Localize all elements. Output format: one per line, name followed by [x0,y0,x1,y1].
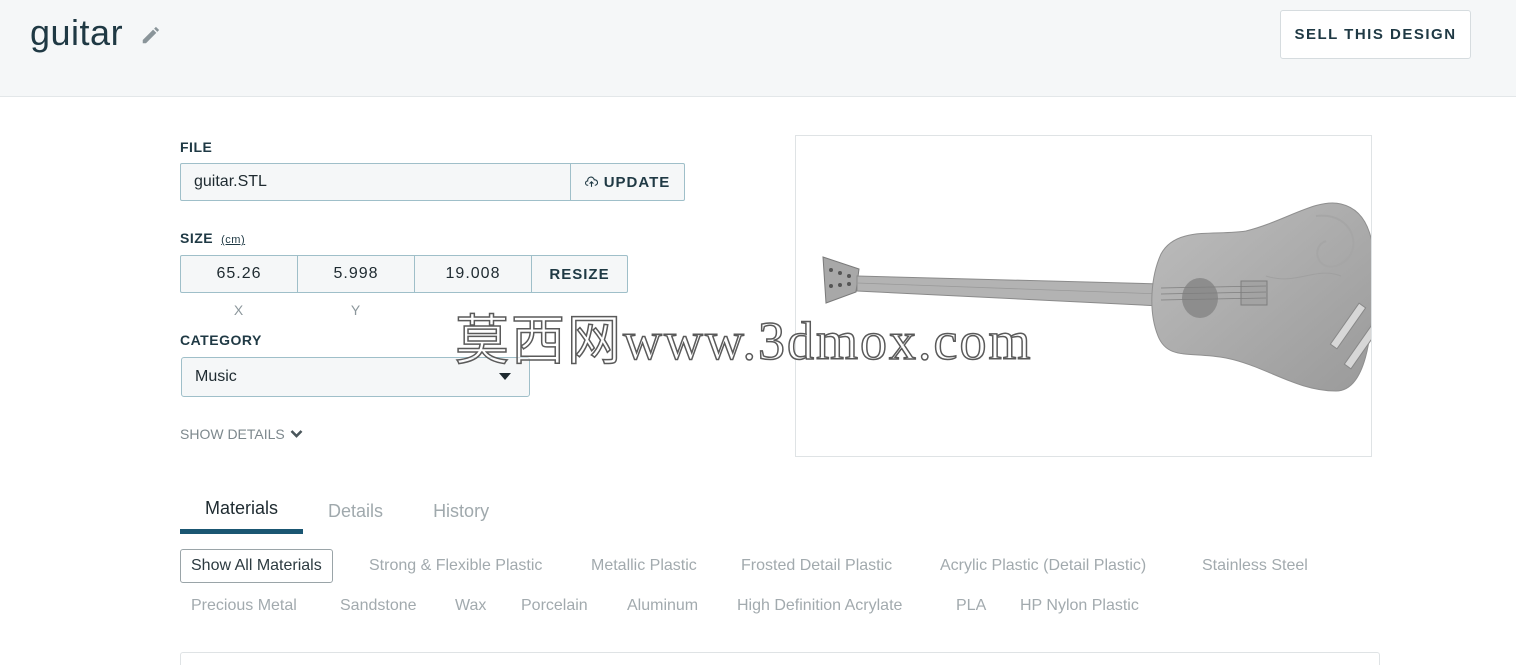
size-label: SIZE (cm) [180,230,245,246]
axis-x-label: X [233,302,244,318]
material-filter[interactable]: Strong & Flexible Plastic [369,549,542,583]
material-filter-show-all[interactable]: Show All Materials [180,549,333,583]
tab-history[interactable]: History [408,488,514,534]
tab-bar: Materials Details History [180,488,514,534]
size-inputs: 65.26 5.998 19.008 RESIZE [180,255,628,293]
size-x-input[interactable]: 65.26 [181,256,298,292]
material-filter[interactable]: Acrylic Plastic (Detail Plastic) [940,549,1146,583]
material-filter[interactable]: Frosted Detail Plastic [741,549,892,583]
caret-down-icon [499,373,511,380]
page-title: guitar [30,12,124,53]
chevron-down-icon [290,430,303,438]
size-y-input[interactable]: 5.998 [298,256,415,292]
sell-this-design-button[interactable]: SELL THIS DESIGN [1280,10,1471,59]
tab-details[interactable]: Details [303,488,408,534]
axis-y-label: Y [350,302,361,318]
material-filter[interactable]: HP Nylon Plastic [1020,589,1139,623]
cloud-upload-icon [584,176,598,187]
category-select[interactable]: Music [181,357,530,397]
show-details-label: SHOW DETAILS [180,426,285,442]
model-preview[interactable] [795,135,1372,457]
category-value: Music [195,368,237,385]
tab-materials[interactable]: Materials [180,488,304,534]
material-filter[interactable]: Precious Metal [191,589,297,623]
size-unit-link[interactable]: (cm) [221,234,245,246]
file-name-input[interactable]: guitar.STL [181,164,570,200]
material-filter[interactable]: Stainless Steel [1202,549,1308,583]
material-filter[interactable]: Sandstone [340,589,417,623]
update-button[interactable]: UPDATE [570,164,684,200]
page-header: guitar SELL THIS DESIGN [0,0,1516,97]
material-filter[interactable]: Metallic Plastic [591,549,697,583]
file-field: guitar.STL UPDATE [180,163,685,201]
material-filter[interactable]: High Definition Acrylate [737,589,902,623]
pencil-icon[interactable] [140,24,162,46]
size-z-input[interactable]: 19.008 [415,256,532,292]
update-label: UPDATE [603,173,671,191]
material-filter[interactable]: Aluminum [627,589,698,623]
material-filter[interactable]: PLA [956,589,986,623]
material-filter[interactable]: Wax [455,589,486,623]
show-details-toggle[interactable]: SHOW DETAILS [180,426,303,442]
category-label: CATEGORY [180,332,262,348]
size-label-text: SIZE [180,230,214,246]
file-label: FILE [180,139,213,155]
materials-list-card [180,652,1380,665]
guitar-model-image [822,202,1371,392]
material-filter[interactable]: Porcelain [521,589,588,623]
resize-button[interactable]: RESIZE [532,256,627,292]
